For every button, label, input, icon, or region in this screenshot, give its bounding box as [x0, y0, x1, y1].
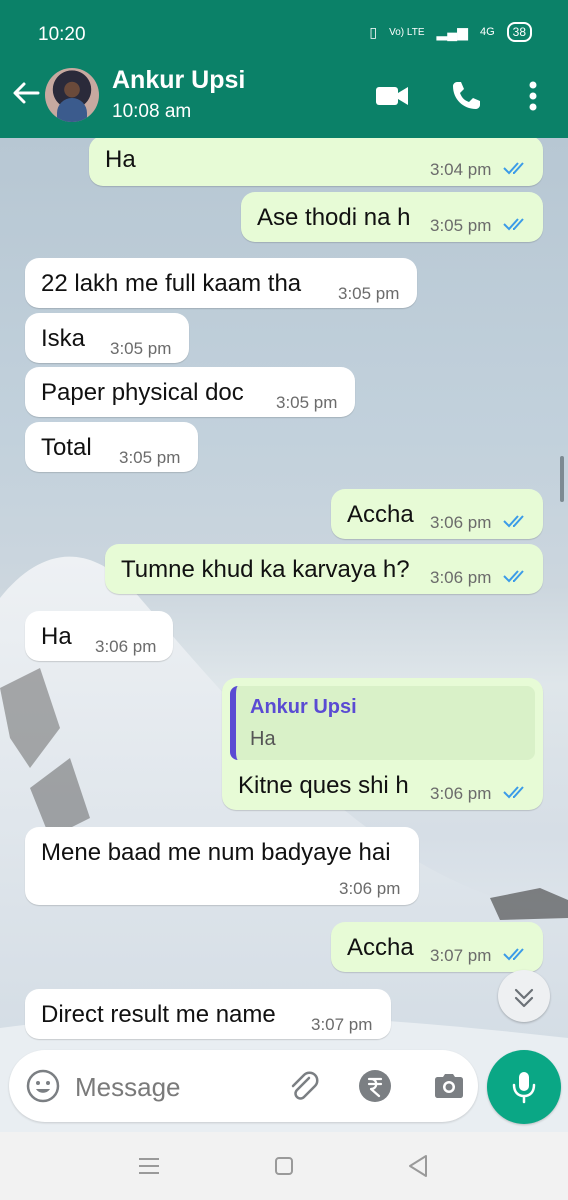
message-time: 3:05 pm	[110, 339, 172, 358]
contact-name[interactable]: Ankur Upsi	[112, 66, 245, 95]
message-text: Direct result me name	[41, 1001, 276, 1028]
message-text: Ase thodi na h	[257, 204, 411, 231]
message-bubble-incoming[interactable]: Ha 3:06 pm	[25, 611, 173, 661]
scrollbar-thumb[interactable]	[560, 456, 564, 502]
message-bubble-outgoing[interactable]: Accha 3:06 pm	[331, 489, 543, 539]
message-text: Iska	[41, 325, 86, 352]
last-seen: 10:08 am	[112, 101, 192, 122]
quoted-sender: Ankur Upsi	[250, 696, 357, 718]
message-text: 22 lakh me full kaam tha	[41, 270, 302, 297]
microphone-icon	[512, 1072, 536, 1104]
more-options-icon[interactable]	[515, 78, 551, 114]
attach-icon[interactable]	[285, 1068, 321, 1104]
video-call-icon[interactable]	[374, 78, 410, 114]
message-text: Total	[41, 434, 92, 461]
message-text: Mene baad me num badyaye hai	[41, 839, 391, 866]
message-bubble-outgoing[interactable]: Ase thodi na h 3:05 pm	[241, 192, 543, 242]
message-text: Ha	[41, 623, 72, 650]
chat-area[interactable]: Ha 3:04 pm Ase thodi na h 3:05 pm 22 lak…	[0, 138, 568, 1132]
message-time: 3:06 pm	[339, 879, 401, 898]
contact-avatar[interactable]	[45, 68, 99, 122]
message-time: 3:07 pm	[430, 946, 492, 965]
message-time: 3:06 pm	[95, 637, 157, 656]
message-bubble-incoming[interactable]: Iska 3:05 pm	[25, 313, 189, 363]
message-bubble-incoming[interactable]: Mene baad me num badyaye hai 3:06 pm	[25, 827, 419, 905]
voice-record-button[interactable]	[487, 1050, 561, 1124]
chat-header: Ankur Upsi 10:08 am	[0, 56, 568, 138]
volte-label: Vo) LTE	[389, 26, 425, 38]
emoji-icon[interactable]	[25, 1068, 61, 1104]
network-type: 4G	[479, 26, 495, 38]
message-bubble-outgoing[interactable]: Accha 3:07 pm	[331, 922, 543, 972]
read-ticks-icon	[503, 570, 524, 583]
back-icon[interactable]	[402, 1150, 434, 1182]
read-ticks-icon	[503, 515, 524, 528]
quoted-text: Ha	[250, 728, 276, 750]
home-icon[interactable]	[268, 1150, 300, 1182]
system-navigation-bar	[0, 1132, 568, 1200]
message-time: 3:05 pm	[119, 448, 181, 467]
message-bubble-outgoing[interactable]: Tumne khud ka karvaya h? 3:06 pm	[105, 544, 543, 594]
message-time: 3:06 pm	[430, 513, 492, 532]
double-chevron-down-icon	[514, 988, 534, 1008]
back-arrow-icon[interactable]	[10, 77, 42, 109]
status-time: 10:20	[38, 24, 86, 45]
signal-icon: ▂▄▆	[436, 23, 468, 40]
message-bubble-outgoing[interactable]: Ha 3:04 pm	[89, 138, 543, 186]
message-bubble-incoming[interactable]: Paper physical doc 3:05 pm	[25, 367, 355, 417]
scroll-to-bottom-button[interactable]	[498, 970, 550, 1022]
voice-call-icon[interactable]	[448, 78, 484, 114]
message-text: Accha	[347, 934, 414, 961]
read-ticks-icon	[503, 162, 524, 175]
vibrate-icon: ▯	[369, 23, 378, 40]
message-time: 3:06 pm	[430, 784, 492, 803]
message-composer	[9, 1050, 478, 1122]
quoted-message[interactable]: Ankur Upsi Ha	[230, 686, 535, 760]
camera-icon[interactable]	[431, 1068, 467, 1104]
read-ticks-icon	[503, 948, 524, 961]
read-ticks-icon	[503, 218, 524, 231]
message-bubble-incoming[interactable]: 22 lakh me full kaam tha 3:05 pm	[25, 258, 417, 308]
message-time: 3:07 pm	[311, 1015, 373, 1034]
message-time: 3:05 pm	[276, 393, 338, 412]
message-time: 3:05 pm	[338, 284, 400, 303]
message-bubble-incoming[interactable]: Direct result me name 3:07 pm	[25, 989, 391, 1039]
message-bubble-outgoing-reply[interactable]: Ankur Upsi Ha Kitne ques shi h 3:06 pm	[222, 678, 543, 810]
rupee-payment-icon[interactable]	[357, 1068, 393, 1104]
read-ticks-icon	[503, 786, 524, 799]
message-time: 3:04 pm	[430, 160, 492, 179]
message-input[interactable]	[73, 1068, 267, 1106]
message-text: Paper physical doc	[41, 379, 244, 406]
message-bubble-incoming[interactable]: Total 3:05 pm	[25, 422, 198, 472]
message-text: Tumne khud ka karvaya h?	[121, 556, 410, 583]
message-text: Accha	[347, 501, 414, 528]
message-time: 3:06 pm	[430, 568, 492, 587]
message-text: Kitne ques shi h	[238, 772, 409, 799]
recent-apps-icon[interactable]	[133, 1150, 165, 1182]
message-time: 3:05 pm	[430, 216, 492, 235]
status-icons: ▯ Vo) LTE ▂▄▆ 4G 38	[369, 22, 532, 42]
message-text: Ha	[105, 146, 136, 173]
battery-icon: 38	[506, 22, 532, 42]
